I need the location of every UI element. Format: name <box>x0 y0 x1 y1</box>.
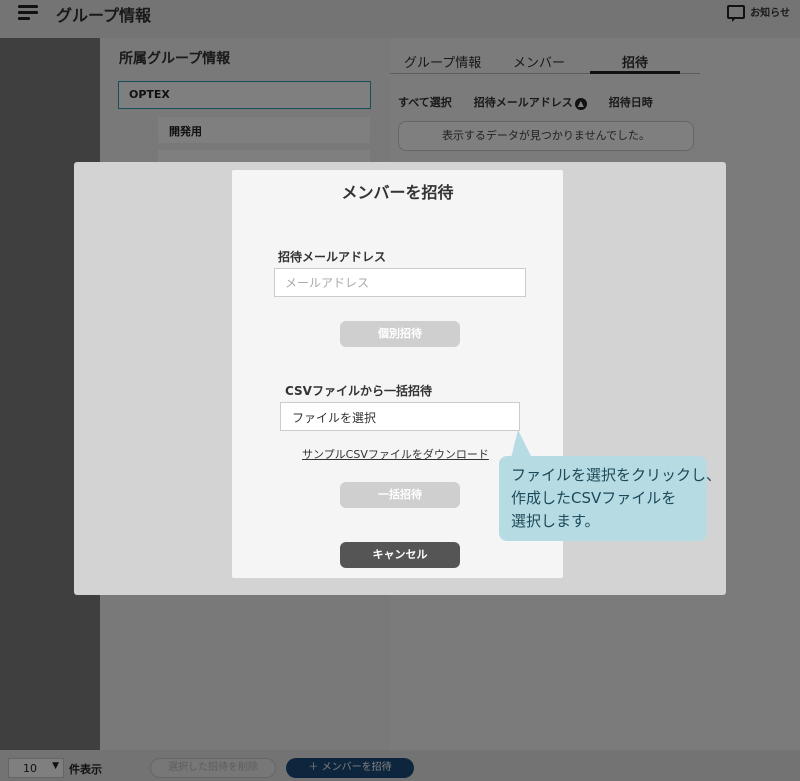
callout-line: 選択します。 <box>511 512 600 530</box>
file-select-button[interactable]: ファイルを選択 <box>280 402 520 431</box>
individual-invite-button[interactable]: 個別招待 <box>340 321 460 347</box>
callout-pointer <box>511 430 532 458</box>
csv-label: CSVファイルから一括招待 <box>285 384 432 398</box>
cancel-button[interactable]: キャンセル <box>340 542 460 568</box>
dialog-title: メンバーを招待 <box>341 183 454 202</box>
instruction-callout: ファイルを選択をクリックし、 作成したCSVファイルを 選択します。 <box>499 456 722 541</box>
callout-line: 作成したCSVファイルを <box>511 489 677 507</box>
email-input[interactable] <box>274 268 526 297</box>
bulk-invite-button[interactable]: 一括招待 <box>340 482 460 508</box>
callout-line: ファイルを選択をクリックし、 <box>511 466 722 484</box>
email-label: 招待メールアドレス <box>278 250 387 264</box>
sample-csv-download-link[interactable]: サンプルCSVファイルをダウンロード <box>302 446 489 462</box>
